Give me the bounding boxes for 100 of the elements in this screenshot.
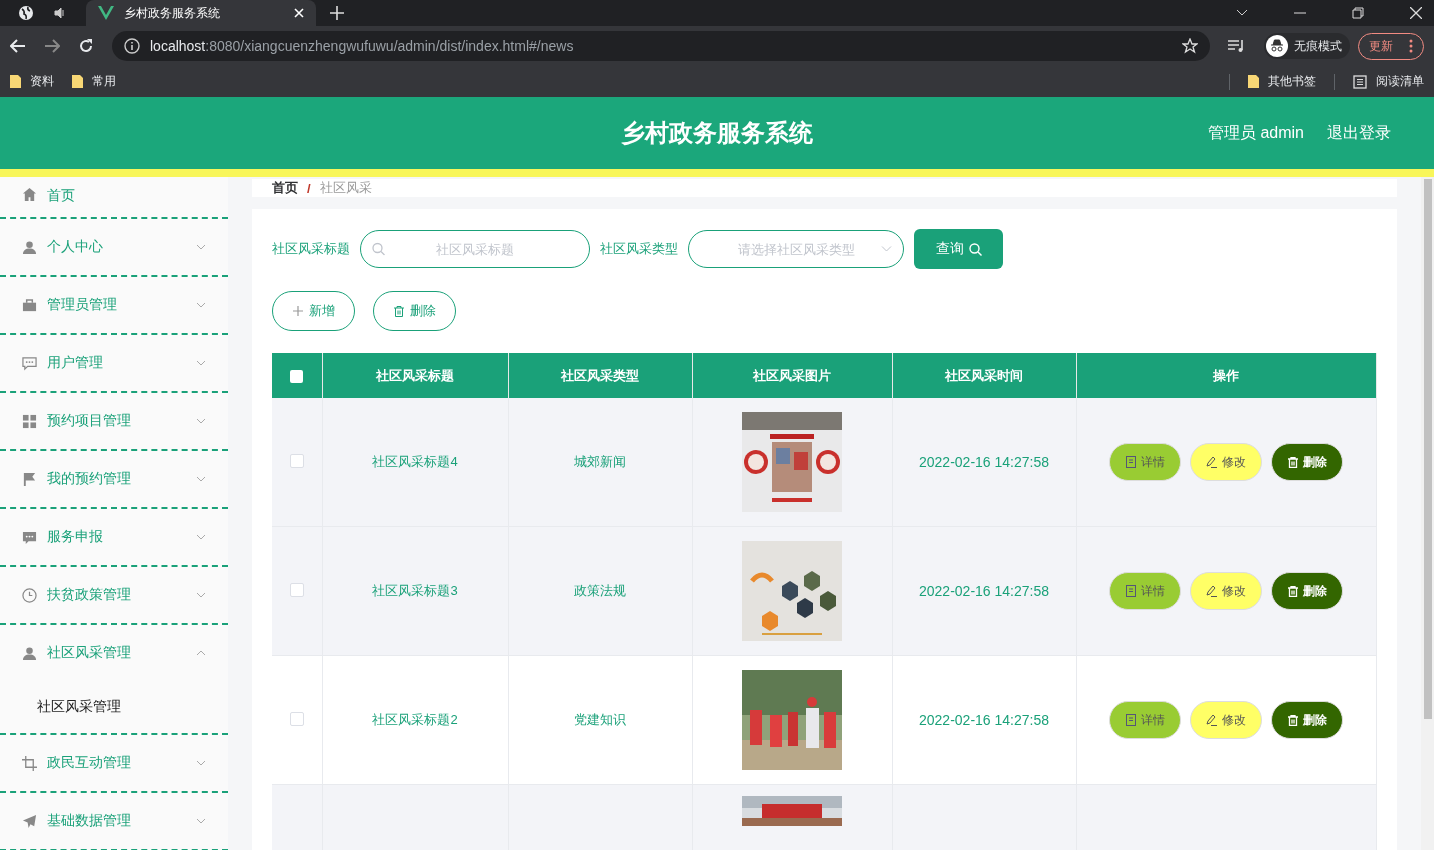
logout-link[interactable]: 退出登录 — [1327, 123, 1391, 144]
menu-item[interactable]: 预约项目管理 — [0, 393, 228, 449]
checkbox[interactable] — [289, 711, 304, 726]
edit-button[interactable]: 修改 — [1190, 701, 1262, 739]
edit-button[interactable]: 修改 — [1190, 443, 1262, 481]
chat-icon — [22, 355, 37, 371]
bookmark[interactable]: 常用 — [72, 73, 116, 90]
media-icon[interactable] — [1228, 39, 1246, 53]
chevron-up-icon — [196, 650, 206, 656]
close-icon[interactable] — [1410, 7, 1422, 19]
pencil-icon — [1206, 585, 1217, 597]
address-field[interactable]: localhost:8080/xiangcuenzhengwufuwu/admin/dist/index.html#/news — [112, 31, 1210, 61]
restore-icon[interactable] — [1352, 7, 1364, 19]
document-icon — [1125, 456, 1136, 468]
more-icon — [1409, 39, 1413, 53]
scrollbar[interactable] — [1420, 177, 1434, 850]
trash-icon — [1287, 714, 1298, 726]
menu-item[interactable]: 我的预约管理 — [0, 451, 228, 507]
edit-button[interactable]: 修改 — [1190, 572, 1262, 610]
bookmark[interactable]: 其他书签 — [1248, 73, 1316, 90]
user-name: 管理员 admin — [1207, 123, 1304, 143]
detail-button[interactable]: 详情 — [1109, 572, 1181, 610]
chevron-down-icon — [196, 534, 206, 540]
chevron-down-icon — [196, 360, 206, 366]
menu-item[interactable]: 管理员管理 — [0, 277, 228, 333]
trash-icon — [1287, 456, 1298, 468]
menu-item[interactable]: 服务申报 — [0, 509, 228, 565]
query-button[interactable]: 查询 — [914, 229, 1003, 269]
chevron-down-icon — [196, 760, 206, 766]
search-field[interactable]: 社区风采标题 — [360, 230, 590, 268]
checkbox[interactable] — [290, 370, 304, 384]
folder-icon — [10, 75, 21, 88]
menu-item[interactable]: 首页 — [0, 177, 228, 217]
browser-tab[interactable]: 乡村政务服务系统 — [86, 0, 316, 26]
checkbox[interactable] — [289, 582, 304, 597]
breadcrumb-link[interactable]: 社区风采 — [319, 179, 372, 197]
table-cell: 政策法规 — [574, 583, 626, 598]
bookmark[interactable]: 资料 — [10, 73, 54, 90]
message-icon — [22, 529, 37, 545]
pencil-icon — [1206, 714, 1217, 726]
clock-icon — [22, 587, 37, 603]
chevron-down-icon — [196, 302, 206, 308]
search-icon — [372, 242, 385, 256]
column-header: 操作 — [1076, 353, 1376, 398]
pencil-icon — [1206, 456, 1217, 468]
delete-button[interactable]: 删除 — [1271, 572, 1343, 610]
table-cell: 2022-02-16 14:27:58 — [919, 712, 1049, 728]
menu-item[interactable]: 基础数据管理 — [0, 793, 228, 849]
menu-item[interactable]: 政民互动管理 — [0, 735, 228, 791]
list-icon — [1353, 74, 1367, 89]
table-cell: 2022-02-16 14:27:58 — [919, 454, 1049, 470]
bookmark[interactable]: 阅读清单 — [1353, 73, 1424, 90]
breadcrumb-link[interactable]: 首页 — [272, 179, 298, 197]
crop-icon — [22, 755, 37, 771]
select-field[interactable]: 请选择社区风采类型 — [688, 230, 904, 268]
plus-icon[interactable] — [330, 6, 344, 20]
forward-icon[interactable] — [44, 39, 60, 53]
globe-icon[interactable] — [18, 5, 34, 21]
table-cell: 2022-02-16 14:27:58 — [919, 583, 1049, 599]
reload-icon[interactable] — [78, 38, 94, 54]
menu-item[interactable]: 社区风采管理 — [0, 625, 228, 681]
delete-button[interactable]: 删除 — [1271, 443, 1343, 481]
chevron-down-icon — [196, 476, 206, 482]
search-icon — [968, 242, 982, 256]
speaker-icon[interactable] — [54, 7, 66, 19]
table-cell: 城郊新闻 — [574, 454, 626, 469]
plane-icon — [22, 813, 37, 829]
star-icon[interactable] — [1182, 38, 1198, 54]
user-icon — [22, 645, 37, 661]
delete-button[interactable]: 删除 — [1271, 701, 1343, 739]
trash-icon — [1287, 585, 1298, 597]
chevron-down-icon — [196, 592, 206, 598]
checkbox[interactable] — [289, 453, 304, 468]
back-icon[interactable] — [10, 39, 26, 53]
trash-icon — [393, 305, 404, 317]
chevron-down-icon — [881, 245, 892, 253]
delete-button[interactable]: 删除 — [373, 291, 456, 331]
menu-item[interactable]: 扶贫政策管理 — [0, 567, 228, 623]
field-label: 社区风采标题 — [272, 240, 350, 258]
user-icon — [22, 239, 37, 255]
table-cell: 党建知识 — [574, 712, 626, 727]
incognito-icon — [1266, 35, 1288, 57]
detail-button[interactable]: 详情 — [1109, 443, 1181, 481]
column-header: 社区风采类型 — [508, 353, 692, 398]
incognito-button[interactable]: 无痕模式 — [1264, 33, 1350, 59]
flag-icon — [22, 471, 37, 487]
chevron-down-icon — [196, 818, 206, 824]
detail-button[interactable]: 详情 — [1109, 701, 1181, 739]
table-cell: 社区风采标题4 — [372, 454, 458, 469]
document-icon — [1125, 585, 1136, 597]
add-button[interactable]: 新增 — [272, 291, 355, 331]
menu-item[interactable]: 个人中心 — [0, 219, 228, 275]
chevron-down-icon — [196, 244, 206, 250]
menu-item[interactable]: 用户管理 — [0, 335, 228, 391]
column-header: 社区风采标题 — [322, 353, 508, 398]
submenu-item[interactable]: 社区风采管理 — [0, 681, 228, 733]
chevron-down-icon[interactable] — [1236, 9, 1248, 17]
document-icon — [1125, 714, 1136, 726]
table-cell: 社区风采标题3 — [372, 583, 458, 598]
chevron-down-icon — [196, 418, 206, 424]
